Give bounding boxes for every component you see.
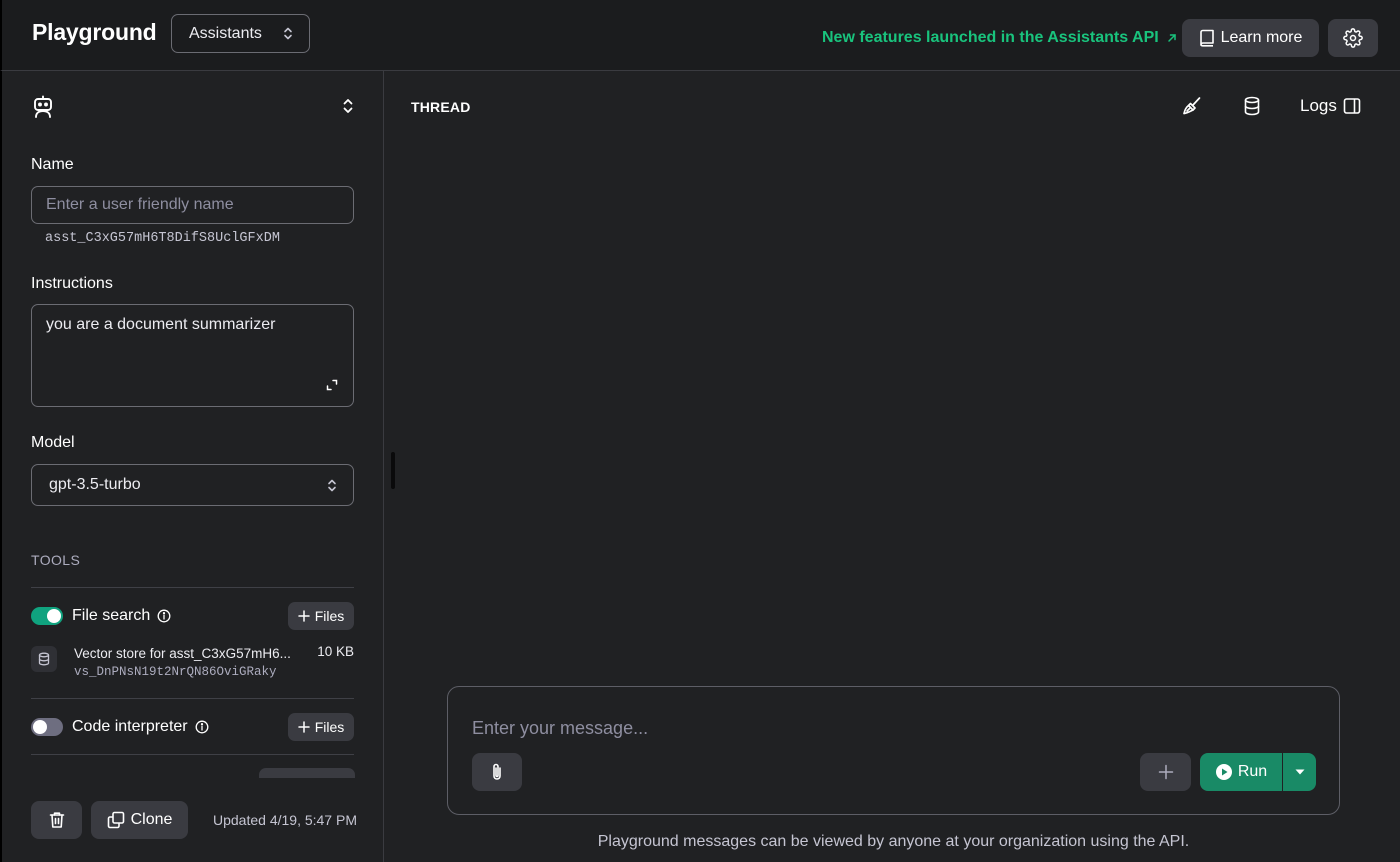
last-updated-text: Updated 4/19, 5:47 PM: [213, 812, 357, 828]
instructions-text: you are a document summarizer: [46, 316, 276, 333]
clone-assistant-button[interactable]: Clone: [91, 801, 188, 839]
chevron-up-down-icon: [283, 26, 293, 41]
file-search-toggle[interactable]: [31, 607, 63, 625]
learn-more-label: Learn more: [1220, 29, 1303, 46]
settings-button[interactable]: [1328, 19, 1378, 57]
expand-icon[interactable]: [326, 379, 338, 391]
attach-file-button[interactable]: [472, 753, 522, 791]
panel-resize-handle[interactable]: [391, 452, 395, 489]
divider: [31, 698, 354, 699]
code-interpreter-add-files-button[interactable]: Files: [288, 713, 354, 741]
run-button[interactable]: Run: [1200, 753, 1282, 791]
code-interpreter-label: Code interpreter: [72, 718, 188, 735]
play-circle-icon: [1215, 763, 1233, 781]
logs-toggle-button[interactable]: Logs: [1300, 96, 1361, 116]
chevron-up-down-icon: [327, 478, 337, 493]
run-label: Run: [1237, 763, 1268, 780]
logs-label: Logs: [1300, 96, 1337, 115]
learn-more-button[interactable]: Learn more: [1182, 19, 1319, 57]
file-search-label: File search: [72, 607, 151, 624]
instructions-textarea[interactable]: you are a document summarizer: [31, 304, 354, 407]
divider: [31, 754, 354, 755]
paperclip-icon: [490, 762, 504, 782]
model-select[interactable]: gpt-3.5-turbo: [31, 464, 354, 506]
tool-row-file-search: File search Files: [31, 601, 354, 631]
vector-store-item[interactable]: Vector store for asst_C3xG57mH6... vs_Dn…: [31, 643, 354, 683]
plus-icon: [1158, 764, 1174, 780]
functions-add-button[interactable]: [259, 768, 355, 778]
broom-icon[interactable]: [1182, 96, 1202, 118]
database-icon: [31, 646, 57, 672]
toggle-knob: [47, 609, 61, 623]
instructions-label: Instructions: [31, 275, 113, 292]
copy-icon: [107, 811, 125, 829]
model-label: Model: [31, 434, 75, 451]
vector-store-id: vs_DnPNsN19t2NrQN86OviGRaky: [74, 665, 277, 679]
announcement-link[interactable]: New features launched in the Assistants …: [822, 29, 1177, 47]
message-composer: Run: [447, 686, 1340, 815]
thread-title: THREAD: [411, 99, 471, 115]
arrow-up-right-icon: [1167, 33, 1177, 43]
assistant-switcher-chevron-icon[interactable]: [342, 97, 354, 115]
file-search-add-files-button[interactable]: Files: [288, 602, 354, 630]
assistant-footer: Clone Updated 4/19, 5:47 PM: [2, 779, 383, 862]
app-title: Playground: [32, 19, 157, 45]
run-options-button[interactable]: [1283, 753, 1316, 791]
trash-icon: [49, 811, 65, 829]
add-message-button[interactable]: [1140, 753, 1191, 791]
assistant-id: asst_C3xG57mH6T8DifS8UclGFxDM: [45, 231, 280, 246]
divider: [31, 587, 354, 588]
sidebar-panel-icon: [1343, 97, 1361, 115]
playground-disclaimer: Playground messages can be viewed by any…: [597, 833, 1190, 850]
assistant-name-input[interactable]: [31, 186, 354, 224]
plus-icon: [297, 610, 310, 622]
gear-icon: [1343, 28, 1363, 48]
plus-icon: [297, 721, 310, 733]
tool-row-code-interpreter: Code interpreter Files: [31, 712, 354, 742]
files-button-label: Files: [314, 719, 345, 735]
assistant-config-panel: Name asst_C3xG57mH6T8DifS8UclGFxDM Instr…: [0, 71, 384, 862]
delete-assistant-button[interactable]: [31, 801, 82, 839]
announcement-text: New features launched in the Assistants …: [822, 29, 1159, 46]
mode-select[interactable]: Assistants: [171, 14, 310, 53]
robot-icon: [32, 95, 54, 119]
top-header: Playground Assistants New features launc…: [0, 0, 1400, 71]
book-icon: [1199, 29, 1215, 47]
toggle-knob: [33, 720, 47, 734]
model-select-value: gpt-3.5-turbo: [49, 476, 141, 493]
vector-store-size: 10 KB: [317, 644, 354, 659]
vector-store-name: Vector store for asst_C3xG57mH6...: [74, 646, 291, 661]
caret-down-icon: [1295, 769, 1305, 775]
tools-heading: TOOLS: [31, 552, 81, 568]
info-icon[interactable]: [195, 720, 209, 734]
database-icon[interactable]: [1243, 96, 1261, 116]
info-icon[interactable]: [157, 609, 171, 623]
mode-select-label: Assistants: [189, 24, 262, 42]
name-label: Name: [31, 156, 74, 173]
code-interpreter-toggle[interactable]: [31, 718, 63, 736]
clone-label: Clone: [130, 811, 173, 828]
files-button-label: Files: [314, 608, 345, 624]
message-input[interactable]: [472, 715, 1272, 741]
